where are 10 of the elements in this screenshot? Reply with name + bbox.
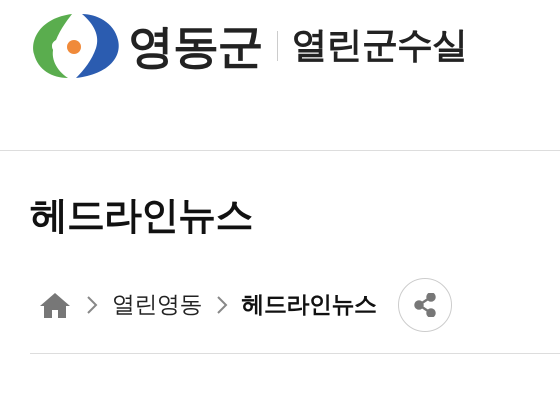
breadcrumb-link[interactable]: 헤드라인뉴스: [242, 288, 376, 322]
share-icon: [414, 293, 436, 317]
org-name: 영동군: [128, 18, 263, 74]
home-icon[interactable]: [38, 291, 72, 319]
breadcrumb-link[interactable]: 열린영동: [112, 288, 202, 322]
chevron-icon: [86, 295, 98, 315]
page-title: 헤드라인뉴스: [30, 192, 252, 239]
share-button[interactable]: [398, 278, 452, 332]
chevron-icon: [216, 295, 228, 315]
section-title: 열린군수실: [292, 24, 468, 68]
